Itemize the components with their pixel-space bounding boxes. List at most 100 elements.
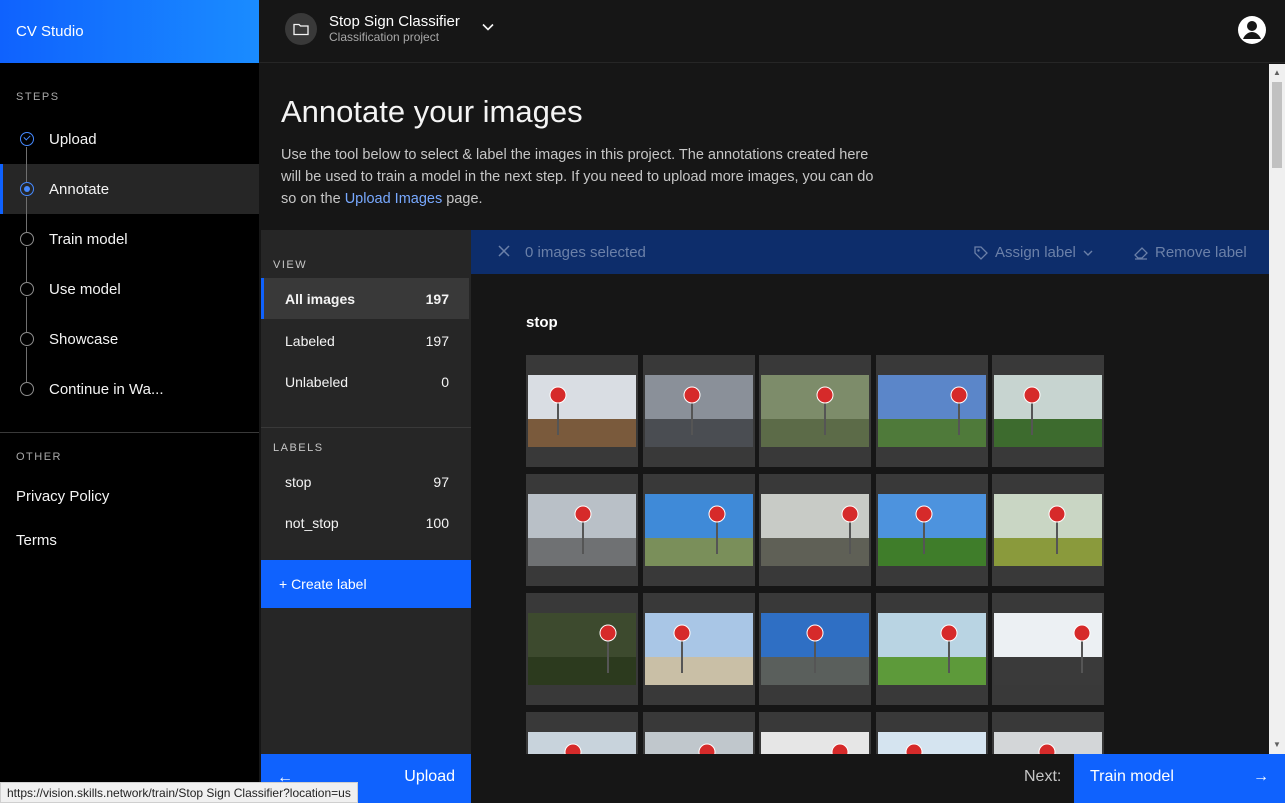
step-current-icon xyxy=(20,182,34,196)
step-connector xyxy=(26,347,27,382)
app-logo[interactable]: CV Studio xyxy=(0,0,259,63)
stop-sign-thumbnail xyxy=(994,732,1102,754)
filter-divider xyxy=(261,427,471,428)
train-model-button[interactable]: Train model → xyxy=(1074,754,1285,803)
filter-unlabeled[interactable]: Unlabeled 0 xyxy=(261,361,469,402)
step-label: Train model xyxy=(49,230,128,248)
create-label-button[interactable]: + Create label xyxy=(261,560,471,608)
stop-sign-thumbnail xyxy=(644,375,753,447)
step-connector xyxy=(26,247,27,282)
filter-label: Unlabeled xyxy=(285,373,349,390)
step-upload[interactable]: Upload xyxy=(0,114,259,182)
step-train-model[interactable]: Train model xyxy=(0,214,259,282)
labels-heading: LABELS xyxy=(273,442,324,454)
filter-count: 0 xyxy=(441,373,449,390)
image-tile[interactable] xyxy=(642,712,755,754)
step-pending-icon xyxy=(20,332,34,346)
image-tile[interactable] xyxy=(642,355,755,467)
image-tile[interactable] xyxy=(642,474,755,586)
filter-count: 197 xyxy=(425,290,449,307)
main-content: Annotate your images Use the tool below … xyxy=(259,64,1269,754)
step-showcase[interactable]: Showcase xyxy=(0,314,259,382)
image-tile[interactable] xyxy=(992,474,1104,586)
scroll-thumb[interactable] xyxy=(1272,82,1282,168)
scroll-down-icon[interactable]: ▼ xyxy=(1273,740,1281,749)
label-name: stop xyxy=(285,473,312,490)
description-text-end: page. xyxy=(442,191,483,207)
remove-label-text: Remove label xyxy=(1155,244,1247,261)
close-icon[interactable] xyxy=(497,244,511,263)
stop-sign-thumbnail xyxy=(644,613,753,685)
stop-sign-thumbnail xyxy=(994,613,1102,685)
step-continue-watson[interactable]: Continue in Wa... xyxy=(0,364,259,414)
page-scrollbar[interactable]: ▲ ▼ xyxy=(1269,64,1285,754)
step-label: Use model xyxy=(49,280,121,298)
chevron-down-icon xyxy=(1083,250,1093,256)
image-tile[interactable] xyxy=(875,474,988,586)
image-tile[interactable] xyxy=(992,712,1104,754)
step-pending-icon xyxy=(20,382,34,396)
stop-sign-thumbnail xyxy=(761,375,869,447)
selected-count: 0 images selected xyxy=(525,244,646,261)
label-count: 97 xyxy=(433,473,449,490)
image-tile[interactable] xyxy=(526,593,638,705)
label-stop[interactable]: stop 97 xyxy=(261,461,469,502)
step-connector xyxy=(26,197,27,232)
step-label: Upload xyxy=(49,130,97,148)
image-tile[interactable] xyxy=(875,355,988,467)
image-tile[interactable] xyxy=(875,712,988,754)
stop-sign-thumbnail xyxy=(877,375,986,447)
label-group-title: stop xyxy=(526,314,558,331)
image-tile[interactable] xyxy=(992,593,1104,705)
upload-images-link[interactable]: Upload Images xyxy=(345,191,443,207)
remove-label-button[interactable]: Remove label xyxy=(1133,244,1247,261)
browser-status-url: https://vision.skills.network/train/Stop… xyxy=(0,782,358,803)
privacy-policy-link[interactable]: Privacy Policy xyxy=(16,488,109,505)
page-title: Annotate your images xyxy=(281,94,583,129)
stop-sign-thumbnail xyxy=(994,494,1102,566)
sidebar: CV Studio STEPS Upload Annotate Train mo… xyxy=(0,0,259,803)
step-label: Annotate xyxy=(49,180,110,198)
image-gallery: 0 images selected Assign label Remove la… xyxy=(471,230,1269,754)
image-tile[interactable] xyxy=(526,474,638,586)
filter-label: Labeled xyxy=(285,332,335,349)
tag-icon xyxy=(974,245,988,260)
image-tile[interactable] xyxy=(992,355,1104,467)
user-avatar-icon[interactable] xyxy=(1237,15,1267,50)
stop-sign-thumbnail xyxy=(528,494,636,566)
next-prefix: Next: xyxy=(1024,768,1062,785)
eraser-icon xyxy=(1134,246,1148,260)
folder-icon xyxy=(285,13,317,45)
assign-label-text: Assign label xyxy=(995,244,1076,261)
chevron-down-icon[interactable] xyxy=(481,20,495,39)
image-tile[interactable] xyxy=(759,474,871,586)
step-label: Showcase xyxy=(49,330,119,348)
label-name: not_stop xyxy=(285,514,339,531)
image-tile[interactable] xyxy=(526,712,638,754)
stop-sign-thumbnail xyxy=(644,732,753,754)
filter-all-images[interactable]: All images 197 xyxy=(261,278,469,319)
image-tile[interactable] xyxy=(759,593,871,705)
back-label: Upload xyxy=(404,768,455,785)
view-heading: VIEW xyxy=(273,259,308,271)
step-annotate[interactable]: Annotate xyxy=(0,164,259,232)
top-header: Stop Sign Classifier Classification proj… xyxy=(259,0,1285,63)
step-use-model[interactable]: Use model xyxy=(0,264,259,332)
filter-labeled[interactable]: Labeled 197 xyxy=(261,320,469,361)
stop-sign-thumbnail xyxy=(994,375,1102,447)
image-tile[interactable] xyxy=(875,593,988,705)
filter-panel: VIEW All images 197 Labeled 197 Unlabele… xyxy=(261,230,471,754)
assign-label-button[interactable]: Assign label xyxy=(973,244,1094,261)
footer-nav: ← Upload Next: Train model → xyxy=(259,754,1285,803)
image-tile[interactable] xyxy=(526,355,638,467)
stop-sign-thumbnail xyxy=(528,732,636,754)
arrow-right-icon: → xyxy=(1253,768,1269,785)
scroll-up-icon[interactable]: ▲ xyxy=(1273,68,1281,77)
terms-link[interactable]: Terms xyxy=(16,532,57,549)
image-tile[interactable] xyxy=(642,593,755,705)
label-not-stop[interactable]: not_stop 100 xyxy=(261,502,469,543)
stop-sign-thumbnail xyxy=(877,732,986,754)
image-tile[interactable] xyxy=(759,712,871,754)
image-tile[interactable] xyxy=(759,355,871,467)
step-pending-icon xyxy=(20,232,34,246)
